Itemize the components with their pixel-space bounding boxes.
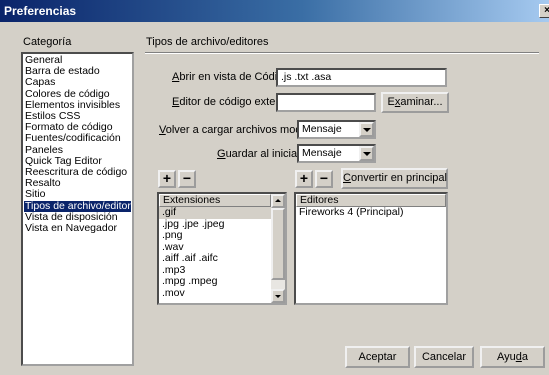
editor-item[interactable]: Fireworks 4 (Principal) <box>296 206 446 219</box>
external-editor-input[interactable] <box>276 93 376 112</box>
extension-item[interactable]: .gif <box>159 206 285 219</box>
editors-items: Fireworks 4 (Principal) <box>296 206 446 219</box>
window-title: Preferencias <box>4 4 77 18</box>
extensions-scrollbar[interactable] <box>271 194 285 303</box>
scroll-thumb[interactable] <box>271 208 285 280</box>
save-label-text: uardar al iniciar: <box>225 148 304 160</box>
panel-divider <box>145 52 539 54</box>
add-extension-button[interactable]: + <box>158 170 176 188</box>
make-primary-button[interactable]: Convertir en principal <box>341 168 448 189</box>
cancel-button[interactable]: Cancelar <box>414 346 474 368</box>
close-button[interactable]: × <box>539 4 549 18</box>
category-heading: Categoría <box>23 36 72 48</box>
category-item[interactable]: Sitio <box>24 189 131 200</box>
save-value: Mensaje <box>302 147 342 159</box>
reload-label: Volver a cargar archivos modif.: <box>159 124 314 136</box>
open-in-code-label: Abrir en vista de Código: <box>172 71 293 83</box>
add-editor-button[interactable]: + <box>295 170 313 188</box>
open-in-code-input[interactable]: .js .txt .asa <box>276 68 447 87</box>
remove-extension-button[interactable]: − <box>178 170 196 188</box>
browse-button-label: aminar... <box>400 96 443 108</box>
make-primary-label: onvertir en principal <box>350 172 447 184</box>
category-item[interactable]: Capas <box>24 77 131 88</box>
category-item[interactable]: Vista en Navegador <box>24 222 131 234</box>
editors-list[interactable]: Editores Fireworks 4 (Principal) <box>294 192 448 305</box>
panel-title: Tipos de archivo/editores <box>146 36 269 48</box>
save-label: Guardar al iniciar: <box>217 148 304 160</box>
browse-button[interactable]: Examinar... <box>381 92 449 113</box>
extension-item[interactable]: .aiff .aif .aifc <box>159 252 285 265</box>
ok-button[interactable]: Aceptar <box>345 346 410 368</box>
category-list[interactable]: General Barra de estado Capas Colores de có… <box>21 52 134 366</box>
title-bar: Preferencias × <box>0 0 549 22</box>
extension-item[interactable]: .mov <box>159 287 285 300</box>
extension-item[interactable]: .mpg .mpeg <box>159 275 285 288</box>
chevron-down-icon[interactable] <box>359 122 374 137</box>
scroll-up-icon[interactable] <box>271 194 285 208</box>
extensions-list[interactable]: Extensiones .gif .jpg .jpe .jpeg .png .wav.… <box>157 192 287 305</box>
category-item[interactable]: Fuentes/codificación <box>24 133 131 144</box>
reload-label-text: olver a cargar archivos modif.: <box>165 124 314 136</box>
reload-select[interactable]: Mensaje <box>297 120 376 139</box>
extensions-items: .gif .jpg .jpe .jpeg .png .wav .aiff .aif .a… <box>159 206 285 300</box>
reload-value: Mensaje <box>302 123 342 135</box>
extension-item[interactable]: .png <box>159 229 285 242</box>
help-button[interactable]: Ayuda <box>480 346 545 368</box>
chevron-down-icon[interactable] <box>359 146 374 161</box>
save-select[interactable]: Mensaje <box>297 144 376 163</box>
help-button-label: Ayuda <box>496 351 528 363</box>
remove-editor-button[interactable]: − <box>315 170 333 188</box>
scroll-down-icon[interactable] <box>271 289 285 303</box>
